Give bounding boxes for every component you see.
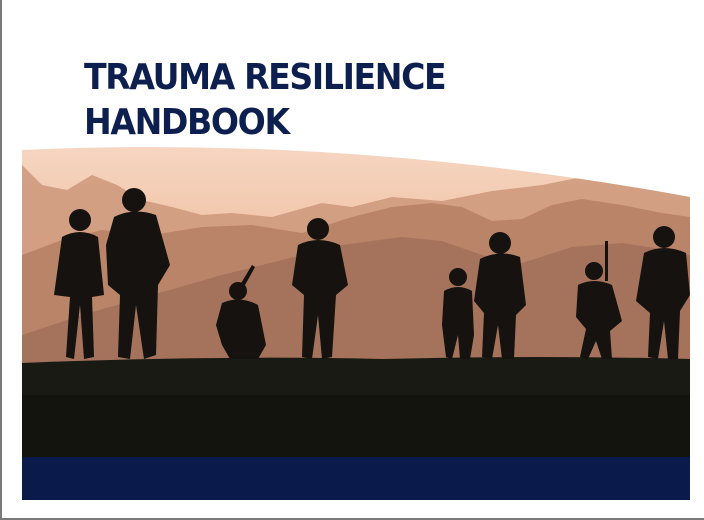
title-line-1: TRAUMA RESILIENCE xyxy=(84,57,447,98)
document-title: TRAUMA RESILIENCE HANDBOOK xyxy=(84,55,447,145)
document-page: TRAUMA RESILIENCE HANDBOOK xyxy=(0,0,704,520)
cover-footer-band xyxy=(22,457,690,500)
title-line-2: HANDBOOK xyxy=(84,102,290,143)
cover-photo xyxy=(22,145,690,457)
